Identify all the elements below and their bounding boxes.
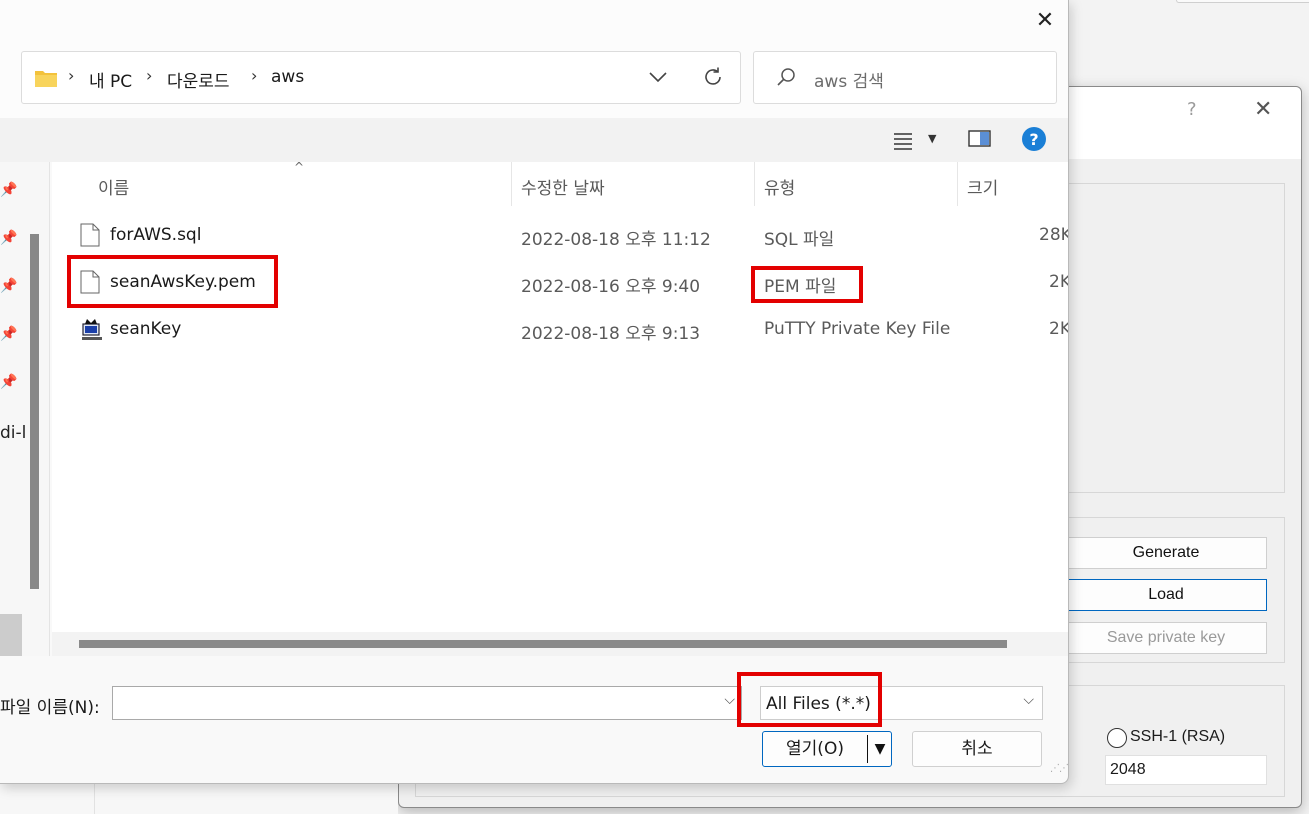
generate-button[interactable]: Generate bbox=[1065, 537, 1267, 569]
caret-down-icon[interactable]: ▼ bbox=[928, 132, 936, 145]
file-list: ^ 이름 수정한 날짜 유형 크기 forAWS.sql 2022-08-18 … bbox=[52, 160, 1069, 632]
open-file-dialog: ✕ › 내 PC › 다운로드 › aws aws 검색 ▼ ? 📌 📌 📌 📌… bbox=[0, 0, 1069, 784]
pin-icon: 📌 bbox=[0, 326, 18, 342]
help-icon[interactable]: ? bbox=[1021, 126, 1047, 156]
putty-key-icon bbox=[80, 317, 104, 345]
nav-item-label[interactable]: di-l bbox=[0, 423, 26, 443]
dialog-close-button[interactable]: ✕ bbox=[1030, 6, 1060, 36]
column-header-size[interactable]: 크기 bbox=[967, 174, 998, 199]
breadcrumb-my-pc[interactable]: 내 PC bbox=[89, 67, 132, 92]
folder-icon bbox=[34, 68, 58, 92]
chevron-right-icon: › bbox=[146, 66, 153, 85]
open-button-label[interactable]: 열기(O) bbox=[763, 732, 867, 766]
column-header-type[interactable]: 유형 bbox=[764, 174, 795, 199]
search-icon bbox=[776, 67, 796, 91]
file-modified: 2022-08-16 오후 9:40 bbox=[521, 277, 701, 297]
nav-selected-item[interactable] bbox=[0, 614, 22, 656]
refresh-icon[interactable] bbox=[702, 66, 724, 92]
background-window-strip bbox=[0, 784, 398, 814]
open-dropdown-icon[interactable]: ▼ bbox=[869, 734, 891, 764]
file-row[interactable]: forAWS.sql 2022-08-18 오후 11:12 SQL 파일 28… bbox=[52, 214, 1069, 258]
ssh1-label: SSH-1 (RSA) bbox=[1130, 728, 1226, 745]
chevron-down-icon[interactable]: ⌵ bbox=[724, 692, 735, 708]
preview-pane-icon[interactable] bbox=[968, 129, 992, 153]
file-type: PuTTY Private Key File bbox=[764, 319, 951, 339]
pin-icon: 📌 bbox=[0, 374, 18, 390]
cancel-button[interactable]: 취소 bbox=[912, 731, 1042, 767]
breadcrumb-aws[interactable]: aws bbox=[271, 67, 304, 87]
divider bbox=[867, 735, 868, 763]
horizontal-scrollbar[interactable] bbox=[52, 632, 1068, 656]
filename-input[interactable]: ⌵ bbox=[112, 686, 742, 720]
column-divider[interactable] bbox=[511, 162, 512, 206]
nav-scrollbar[interactable] bbox=[30, 234, 39, 589]
resize-grip-icon[interactable]: ⋰⋰ bbox=[1050, 764, 1068, 774]
highlight-box-filename bbox=[67, 255, 278, 308]
view-options-icon[interactable] bbox=[893, 130, 915, 154]
search-box[interactable]: aws 검색 bbox=[753, 51, 1057, 104]
open-button[interactable]: 열기(O) ▼ bbox=[762, 731, 892, 767]
help-icon[interactable]: ? bbox=[1187, 99, 1197, 120]
file-name: forAWS.sql bbox=[110, 225, 202, 245]
file-name: seanKey bbox=[110, 319, 182, 339]
scrollbar-thumb[interactable] bbox=[79, 640, 1007, 648]
column-divider[interactable] bbox=[957, 162, 958, 206]
file-size: 2K bbox=[1049, 272, 1069, 292]
file-row[interactable]: seanKey 2022-08-18 오후 9:13 PuTTY Private… bbox=[52, 308, 1069, 352]
divider bbox=[94, 784, 95, 814]
navigation-pane[interactable]: 📌 📌 📌 📌 📌 di-l bbox=[0, 162, 50, 656]
pin-icon: 📌 bbox=[0, 230, 18, 246]
puttygen-close-icon[interactable]: ✕ bbox=[1254, 97, 1272, 122]
document-icon bbox=[80, 223, 100, 251]
column-divider[interactable] bbox=[754, 162, 755, 206]
file-type: SQL 파일 bbox=[764, 230, 835, 250]
search-placeholder: aws 검색 bbox=[814, 72, 884, 92]
column-header-modified[interactable]: 수정한 날짜 bbox=[521, 174, 605, 199]
file-size: 2K bbox=[1049, 319, 1069, 339]
file-size: 28K bbox=[1039, 225, 1069, 245]
highlight-box-filter bbox=[737, 672, 882, 727]
chevron-down-icon[interactable]: ⌵ bbox=[1023, 692, 1034, 708]
pin-icon: 📌 bbox=[0, 278, 18, 294]
sort-ascending-icon: ^ bbox=[294, 160, 305, 174]
view-toolbar: ▼ ? bbox=[0, 118, 1068, 162]
filename-label: 파일 이름(N): bbox=[0, 698, 100, 718]
highlight-box-type bbox=[751, 266, 863, 303]
key-bits-input[interactable]: 2048 bbox=[1105, 755, 1267, 785]
pin-icon: 📌 bbox=[0, 182, 18, 198]
load-button[interactable]: Load bbox=[1065, 579, 1267, 611]
ssh1-radio[interactable] bbox=[1107, 728, 1127, 748]
chevron-right-icon: › bbox=[68, 66, 75, 85]
chevron-right-icon: › bbox=[251, 66, 258, 85]
breadcrumb-downloads[interactable]: 다운로드 bbox=[167, 67, 230, 92]
column-header-name[interactable]: 이름 bbox=[98, 174, 129, 199]
save-private-key-button[interactable]: Save private key bbox=[1065, 622, 1267, 654]
svg-text:?: ? bbox=[1029, 130, 1038, 149]
address-bar[interactable]: › 내 PC › 다운로드 › aws bbox=[21, 51, 741, 104]
background-window-edge bbox=[1176, 0, 1309, 3]
file-modified: 2022-08-18 오후 11:12 bbox=[521, 230, 711, 250]
chevron-down-icon[interactable] bbox=[648, 69, 668, 88]
file-modified: 2022-08-18 오후 9:13 bbox=[521, 324, 701, 344]
